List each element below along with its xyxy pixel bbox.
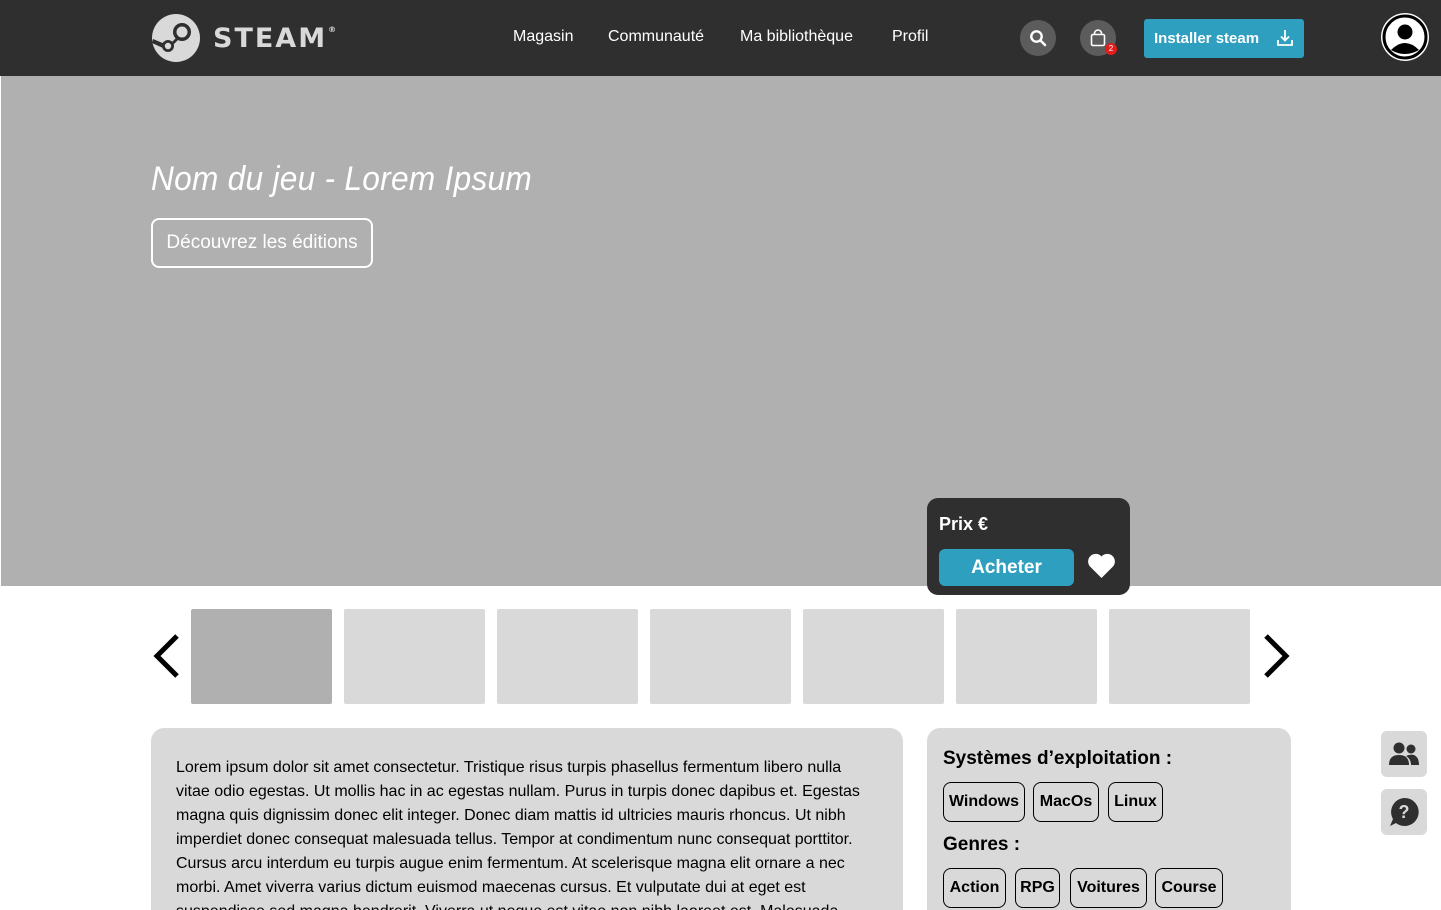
os-tag-windows[interactable]: Windows: [943, 782, 1025, 822]
cart-count-badge: 2: [1105, 43, 1117, 55]
price-label: Prix €: [939, 514, 989, 534]
top-navigation-bar: STEAM® Magasin Communauté Ma bibliothèqu…: [0, 0, 1441, 76]
steam-logo[interactable]: STEAM®: [151, 13, 338, 63]
game-description: Lorem ipsum dolor sit amet consectetur. …: [151, 728, 903, 910]
cart-icon: [1090, 29, 1106, 47]
search-button[interactable]: [1020, 20, 1056, 56]
game-info-panel: Systèmes d’exploitation : Windows MacOs …: [927, 728, 1291, 910]
genre-tag-course[interactable]: Course: [1155, 868, 1223, 908]
genres-heading: Genres :: [943, 834, 1021, 855]
game-title: Nom du jeu - Lorem Ipsum: [151, 160, 533, 198]
os-heading: Systèmes d’exploitation :: [943, 748, 1173, 769]
buy-button[interactable]: Acheter: [939, 549, 1074, 586]
install-steam-button[interactable]: Installer steam: [1144, 19, 1304, 58]
cart-button[interactable]: 2: [1080, 20, 1117, 56]
download-icon: [1277, 30, 1293, 46]
discover-editions-button[interactable]: Découvrez les éditions: [151, 218, 373, 268]
screenshot-thumbnail[interactable]: [1109, 609, 1250, 704]
help-button[interactable]: ?: [1381, 789, 1427, 835]
screenshot-thumbnail[interactable]: [344, 609, 485, 704]
svg-text:?: ?: [1399, 802, 1410, 822]
user-avatar-button[interactable]: [1381, 13, 1429, 61]
steam-logo-icon: [152, 14, 200, 62]
screenshot-thumbnail[interactable]: [497, 609, 638, 704]
search-icon: [1030, 30, 1047, 47]
os-tag-linux[interactable]: Linux: [1108, 782, 1163, 822]
user-icon: [1382, 14, 1428, 60]
help-icon: ?: [1390, 797, 1419, 826]
chevron-left-icon[interactable]: [151, 632, 181, 680]
friends-button[interactable]: [1381, 731, 1427, 777]
screenshot-thumbnail[interactable]: [191, 609, 332, 704]
screenshot-thumbnail[interactable]: [956, 609, 1097, 704]
install-steam-label: Installer steam: [1154, 30, 1260, 47]
purchase-box: Prix € Acheter: [927, 498, 1130, 595]
os-tag-macos[interactable]: MacOs: [1033, 782, 1099, 822]
genre-tag-voitures[interactable]: Voitures: [1070, 868, 1147, 908]
genre-tag-action[interactable]: Action: [943, 868, 1006, 908]
screenshot-thumbnail[interactable]: [803, 609, 944, 704]
nav-communaute[interactable]: Communauté: [608, 28, 704, 46]
nav-magasin[interactable]: Magasin: [513, 28, 573, 46]
game-store-page: STEAM® Magasin Communauté Ma bibliothèqu…: [0, 0, 1441, 910]
heart-icon[interactable]: [1087, 552, 1116, 579]
screenshot-thumbnail[interactable]: [650, 609, 791, 704]
nav-bibliotheque[interactable]: Ma bibliothèque: [740, 28, 853, 46]
steam-wordmark: STEAM®: [213, 22, 339, 54]
description-text: Lorem ipsum dolor sit amet consectetur. …: [176, 759, 860, 910]
chevron-right-icon[interactable]: [1262, 632, 1292, 680]
hero-banner: [1, 76, 1441, 586]
friends-icon: [1389, 742, 1419, 765]
nav-profil[interactable]: Profil: [892, 28, 928, 46]
genre-tag-rpg[interactable]: RPG: [1015, 868, 1060, 908]
